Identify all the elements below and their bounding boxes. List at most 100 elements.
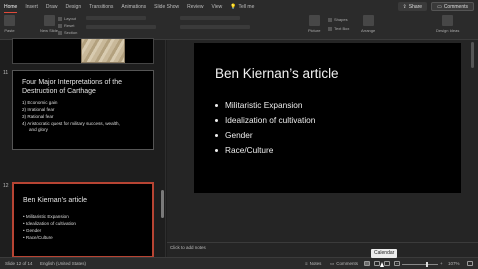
share-label: Share bbox=[408, 3, 423, 10]
zoom-in-icon[interactable]: + bbox=[440, 261, 443, 266]
paragraph-format-controls[interactable] bbox=[180, 25, 250, 29]
list-item-text: Militaristic Expansion bbox=[25, 214, 69, 219]
bullet-text: Race/Culture bbox=[225, 145, 274, 155]
bullet-text: Gender bbox=[225, 130, 253, 140]
tab-insert[interactable]: Insert bbox=[25, 4, 38, 10]
arrange-icon bbox=[362, 15, 374, 26]
font-format-controls[interactable] bbox=[86, 25, 156, 29]
thumbnail-title: Four Major Interpretations of the Destru… bbox=[22, 79, 122, 95]
comments-button[interactable]: ▭ Comments bbox=[431, 2, 474, 11]
shapes-button[interactable]: Shapes bbox=[328, 17, 348, 22]
zoom-track[interactable] bbox=[402, 262, 438, 267]
list-item: 2) Irrational fear bbox=[22, 107, 55, 112]
bullet-text: Militaristic Expansion bbox=[225, 100, 303, 110]
slide-thumbnail-11[interactable]: Four Major Interpretations of the Destru… bbox=[12, 70, 154, 150]
tab-design[interactable]: Design bbox=[66, 4, 82, 10]
slide-number: 11 bbox=[3, 70, 9, 76]
slide-thumbnail-10[interactable] bbox=[12, 38, 154, 64]
section-label: Section bbox=[64, 30, 78, 35]
list-item: 1) Economic gain bbox=[22, 100, 58, 105]
list-item: • Militaristic Expansion bbox=[23, 214, 69, 219]
paste-button[interactable]: Paste bbox=[4, 15, 15, 33]
list-item: and glory bbox=[29, 127, 48, 132]
new-slide-button[interactable]: New Slide bbox=[40, 15, 58, 33]
normal-view-icon[interactable] bbox=[364, 261, 370, 266]
text-box-label: Text Box bbox=[334, 26, 350, 31]
list-item-text: Race/Culture bbox=[25, 235, 53, 240]
bullet-item: Gender bbox=[215, 128, 315, 143]
bullet-item: Race/Culture bbox=[215, 143, 315, 158]
bullet-icon bbox=[215, 104, 218, 107]
tell-me-search[interactable]: 💡 Tell me bbox=[230, 4, 254, 10]
reset-icon bbox=[58, 23, 62, 28]
tooltip: Calendar bbox=[371, 249, 398, 258]
zoom-handle[interactable] bbox=[426, 262, 428, 267]
font-controls[interactable] bbox=[86, 16, 146, 20]
scrollbar-thumb[interactable] bbox=[161, 190, 164, 218]
design-ideas-button[interactable]: Design Ideas bbox=[436, 15, 459, 33]
reading-view-icon[interactable] bbox=[384, 261, 390, 266]
paste-label: Paste bbox=[4, 28, 15, 33]
list-item: • Gender bbox=[23, 228, 42, 233]
bullet-icon bbox=[215, 134, 218, 137]
bullet-icon bbox=[215, 149, 218, 152]
share-icon: ⇪ bbox=[402, 3, 407, 10]
share-button[interactable]: ⇪ Share bbox=[397, 2, 428, 11]
fit-to-window-icon[interactable] bbox=[467, 261, 473, 266]
tab-slide-show[interactable]: Slide Show bbox=[154, 4, 179, 10]
list-item: 4) Aristocratic quest for military succe… bbox=[22, 121, 120, 126]
picture-icon bbox=[308, 15, 320, 26]
layout-label: Layout bbox=[64, 16, 77, 21]
new-slide-icon bbox=[43, 15, 55, 26]
picture-button[interactable]: Picture bbox=[308, 15, 320, 33]
section-button[interactable]: Section bbox=[58, 30, 77, 35]
current-slide[interactable]: Ben Kiernan’s article Militaristic Expan… bbox=[194, 43, 461, 193]
canvas-scrollbar[interactable] bbox=[471, 42, 474, 239]
tab-review[interactable]: Review bbox=[187, 4, 203, 10]
notes-divider[interactable] bbox=[167, 242, 478, 243]
thumbnail-list: 1) Economic gain 2) Irrational fear 3) R… bbox=[22, 99, 120, 132]
zoom-level[interactable]: 107% bbox=[448, 261, 460, 266]
zoom-slider[interactable] bbox=[402, 262, 438, 267]
layout-icon bbox=[58, 16, 62, 21]
lightbulb-icon: 💡 bbox=[230, 3, 237, 10]
text-box-button[interactable]: Text Box bbox=[328, 26, 349, 31]
language-status[interactable]: English (United States) bbox=[40, 261, 86, 266]
layout-button[interactable]: Layout bbox=[58, 16, 76, 21]
paragraph-controls[interactable] bbox=[180, 16, 240, 20]
new-slide-label: New Slide bbox=[40, 28, 59, 33]
tab-transitions[interactable]: Transitions bbox=[89, 4, 113, 10]
list-item-text: Idealization of cultivation bbox=[25, 221, 76, 226]
comment-icon: ▭ bbox=[330, 260, 335, 266]
design-ideas-icon bbox=[442, 15, 454, 26]
tab-view[interactable]: View bbox=[212, 4, 223, 10]
tab-animations[interactable]: Animations bbox=[121, 4, 146, 10]
thumbnail-list: • Militaristic Expansion • Idealization … bbox=[23, 213, 76, 241]
design-ideas-label: Design Ideas bbox=[436, 28, 460, 33]
reset-button[interactable]: Reset bbox=[58, 23, 74, 28]
slide-title[interactable]: Ben Kiernan’s article bbox=[215, 66, 339, 81]
slide-thumbnail-12[interactable]: Ben Kiernan’s article • Militaristic Exp… bbox=[12, 182, 154, 258]
scrollbar-thumb[interactable] bbox=[471, 42, 474, 68]
clipboard-icon bbox=[4, 15, 15, 26]
tab-draw[interactable]: Draw bbox=[46, 4, 58, 10]
notes-label: Notes bbox=[309, 261, 322, 266]
notes-button[interactable]: ≡ Notes bbox=[305, 261, 321, 266]
tell-me-label: Tell me bbox=[238, 3, 255, 10]
comments-status-button[interactable]: ▭ Comments bbox=[330, 261, 358, 267]
list-item-text: Gender bbox=[25, 228, 42, 233]
tab-home[interactable]: Home bbox=[4, 4, 18, 13]
picture-label: Picture bbox=[308, 28, 321, 33]
slide-bullet-list[interactable]: Militaristic Expansion Idealization of c… bbox=[215, 98, 315, 158]
arrange-button[interactable]: Arrange bbox=[361, 15, 375, 33]
zoom-out-icon[interactable]: − bbox=[396, 261, 399, 266]
slide-number: 12 bbox=[3, 183, 9, 189]
notes-placeholder[interactable]: Click to add notes bbox=[170, 245, 206, 250]
text-box-icon bbox=[328, 26, 332, 31]
comments-label: Comments bbox=[443, 3, 468, 10]
thumbnail-scrollbar[interactable] bbox=[161, 42, 164, 254]
ribbon-actions: ⇪ Share ▭ Comments bbox=[397, 2, 474, 11]
mouse-cursor-icon bbox=[380, 262, 384, 267]
list-item: 3) Rational fear bbox=[22, 114, 54, 119]
section-icon bbox=[58, 30, 62, 35]
